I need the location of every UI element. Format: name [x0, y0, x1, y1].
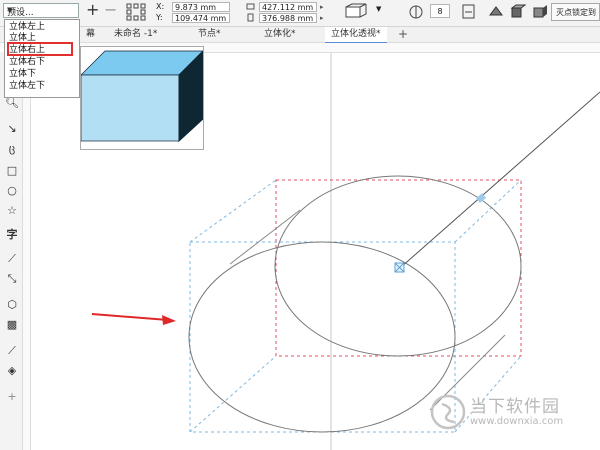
vanishing-point-copy-icon[interactable]: [461, 3, 479, 21]
rectangle-icon[interactable]: □: [4, 164, 20, 178]
y-label: Y:: [156, 13, 163, 22]
extrude-edge: [229, 209, 301, 265]
depth-icon: [409, 5, 423, 19]
width-field[interactable]: 427.112 mm: [259, 2, 317, 12]
left-ruler: [22, 52, 31, 450]
extrusion-type-chevron-icon[interactable]: ▼: [376, 5, 381, 13]
cube-preview-image: [80, 49, 204, 143]
add-tool-icon[interactable]: +: [4, 390, 20, 404]
dimension-icon[interactable]: ⟋: [4, 252, 20, 266]
tab-partial[interactable]: 幕: [80, 27, 101, 42]
document-tabs: 幕 未命名 -1* 节点* 立体化* 立体化透视* +: [0, 27, 600, 44]
height-field[interactable]: 376.988 mm: [259, 13, 317, 23]
freehand-icon[interactable]: ↘: [4, 122, 20, 136]
depth-field[interactable]: 8: [430, 4, 450, 18]
watermark-logo-icon: [430, 394, 466, 430]
preset-preview: [80, 46, 204, 150]
height-spin-icon[interactable]: ▸: [320, 13, 330, 23]
watermark: 当下软件园 www.downxia.com: [430, 388, 600, 438]
add-preset-icon[interactable]: +: [86, 0, 99, 19]
connector-icon[interactable]: ⤡: [4, 272, 20, 286]
extrude-icon[interactable]: ⬡: [4, 298, 20, 312]
selected-option-highlight: [7, 42, 73, 56]
width-spin-icon[interactable]: ▸: [320, 2, 330, 12]
tab-extrude[interactable]: 立体化*: [258, 27, 302, 42]
transparency-icon[interactable]: ▩: [4, 318, 20, 332]
x-label: X:: [156, 2, 165, 11]
x-field[interactable]: 9.873 mm: [172, 2, 230, 12]
vanishing-point-line: [399, 91, 600, 269]
star-icon[interactable]: ☆: [4, 204, 20, 218]
preset-option-bottom-right[interactable]: 立体右下: [9, 56, 45, 68]
extrusion-bevel-icon[interactable]: [531, 3, 549, 21]
preset-dropdown[interactable]: 预设... ▼: [3, 3, 79, 18]
red-pointer-arrow: [91, 313, 176, 325]
extrusion-type-icon[interactable]: [344, 3, 370, 21]
depth-connector: [189, 179, 277, 243]
eyedropper-icon[interactable]: ⟋: [4, 344, 20, 358]
preset-option-bottom-left[interactable]: 立体左下: [9, 80, 45, 92]
width-icon: [246, 3, 255, 10]
chevron-down-icon: ▼: [7, 6, 13, 14]
tab-untitled[interactable]: 未命名 -1*: [108, 27, 163, 42]
remove-preset-icon[interactable]: −: [104, 0, 117, 19]
rotate-extrusion-icon[interactable]: [487, 3, 505, 21]
depth-connector: [189, 355, 277, 433]
extrusion-color-icon[interactable]: [509, 3, 527, 21]
reference-point-icon[interactable]: [126, 3, 146, 21]
preset-option-bottom[interactable]: 立体下: [9, 68, 36, 80]
artistic-media-icon[interactable]: ც: [4, 142, 20, 156]
vanishing-point-lock-button[interactable]: 灭点锁定到: [551, 3, 600, 21]
text-icon[interactable]: 字: [4, 228, 20, 242]
watermark-url: www.downxia.com: [470, 416, 564, 427]
fill-icon[interactable]: ◈: [4, 364, 20, 378]
property-bar: 预设... ▼ + − X: 9.873 mm Y: 109.474 mm 42…: [0, 0, 600, 27]
tab-extrude-perspective[interactable]: 立体化透视*: [325, 27, 387, 44]
toolbox: 🔍︎ ↘ ც □ ○ ☆ 字 ⟋ ⤡ ⬡ ▩ ⟋ ◈ +: [0, 52, 23, 450]
add-tab-icon[interactable]: +: [398, 27, 408, 41]
y-field[interactable]: 109.474 mm: [172, 13, 230, 23]
tab-nodes[interactable]: 节点*: [192, 27, 227, 42]
height-icon: [247, 13, 254, 22]
preset-dropdown-list: 立体左上 立体上 立体右上 立体右下 立体下 立体左下: [4, 19, 80, 98]
zoom-icon[interactable]: 🔍︎: [4, 96, 20, 110]
ellipse-icon[interactable]: ○: [4, 184, 20, 198]
watermark-title: 当下软件园: [470, 397, 560, 417]
